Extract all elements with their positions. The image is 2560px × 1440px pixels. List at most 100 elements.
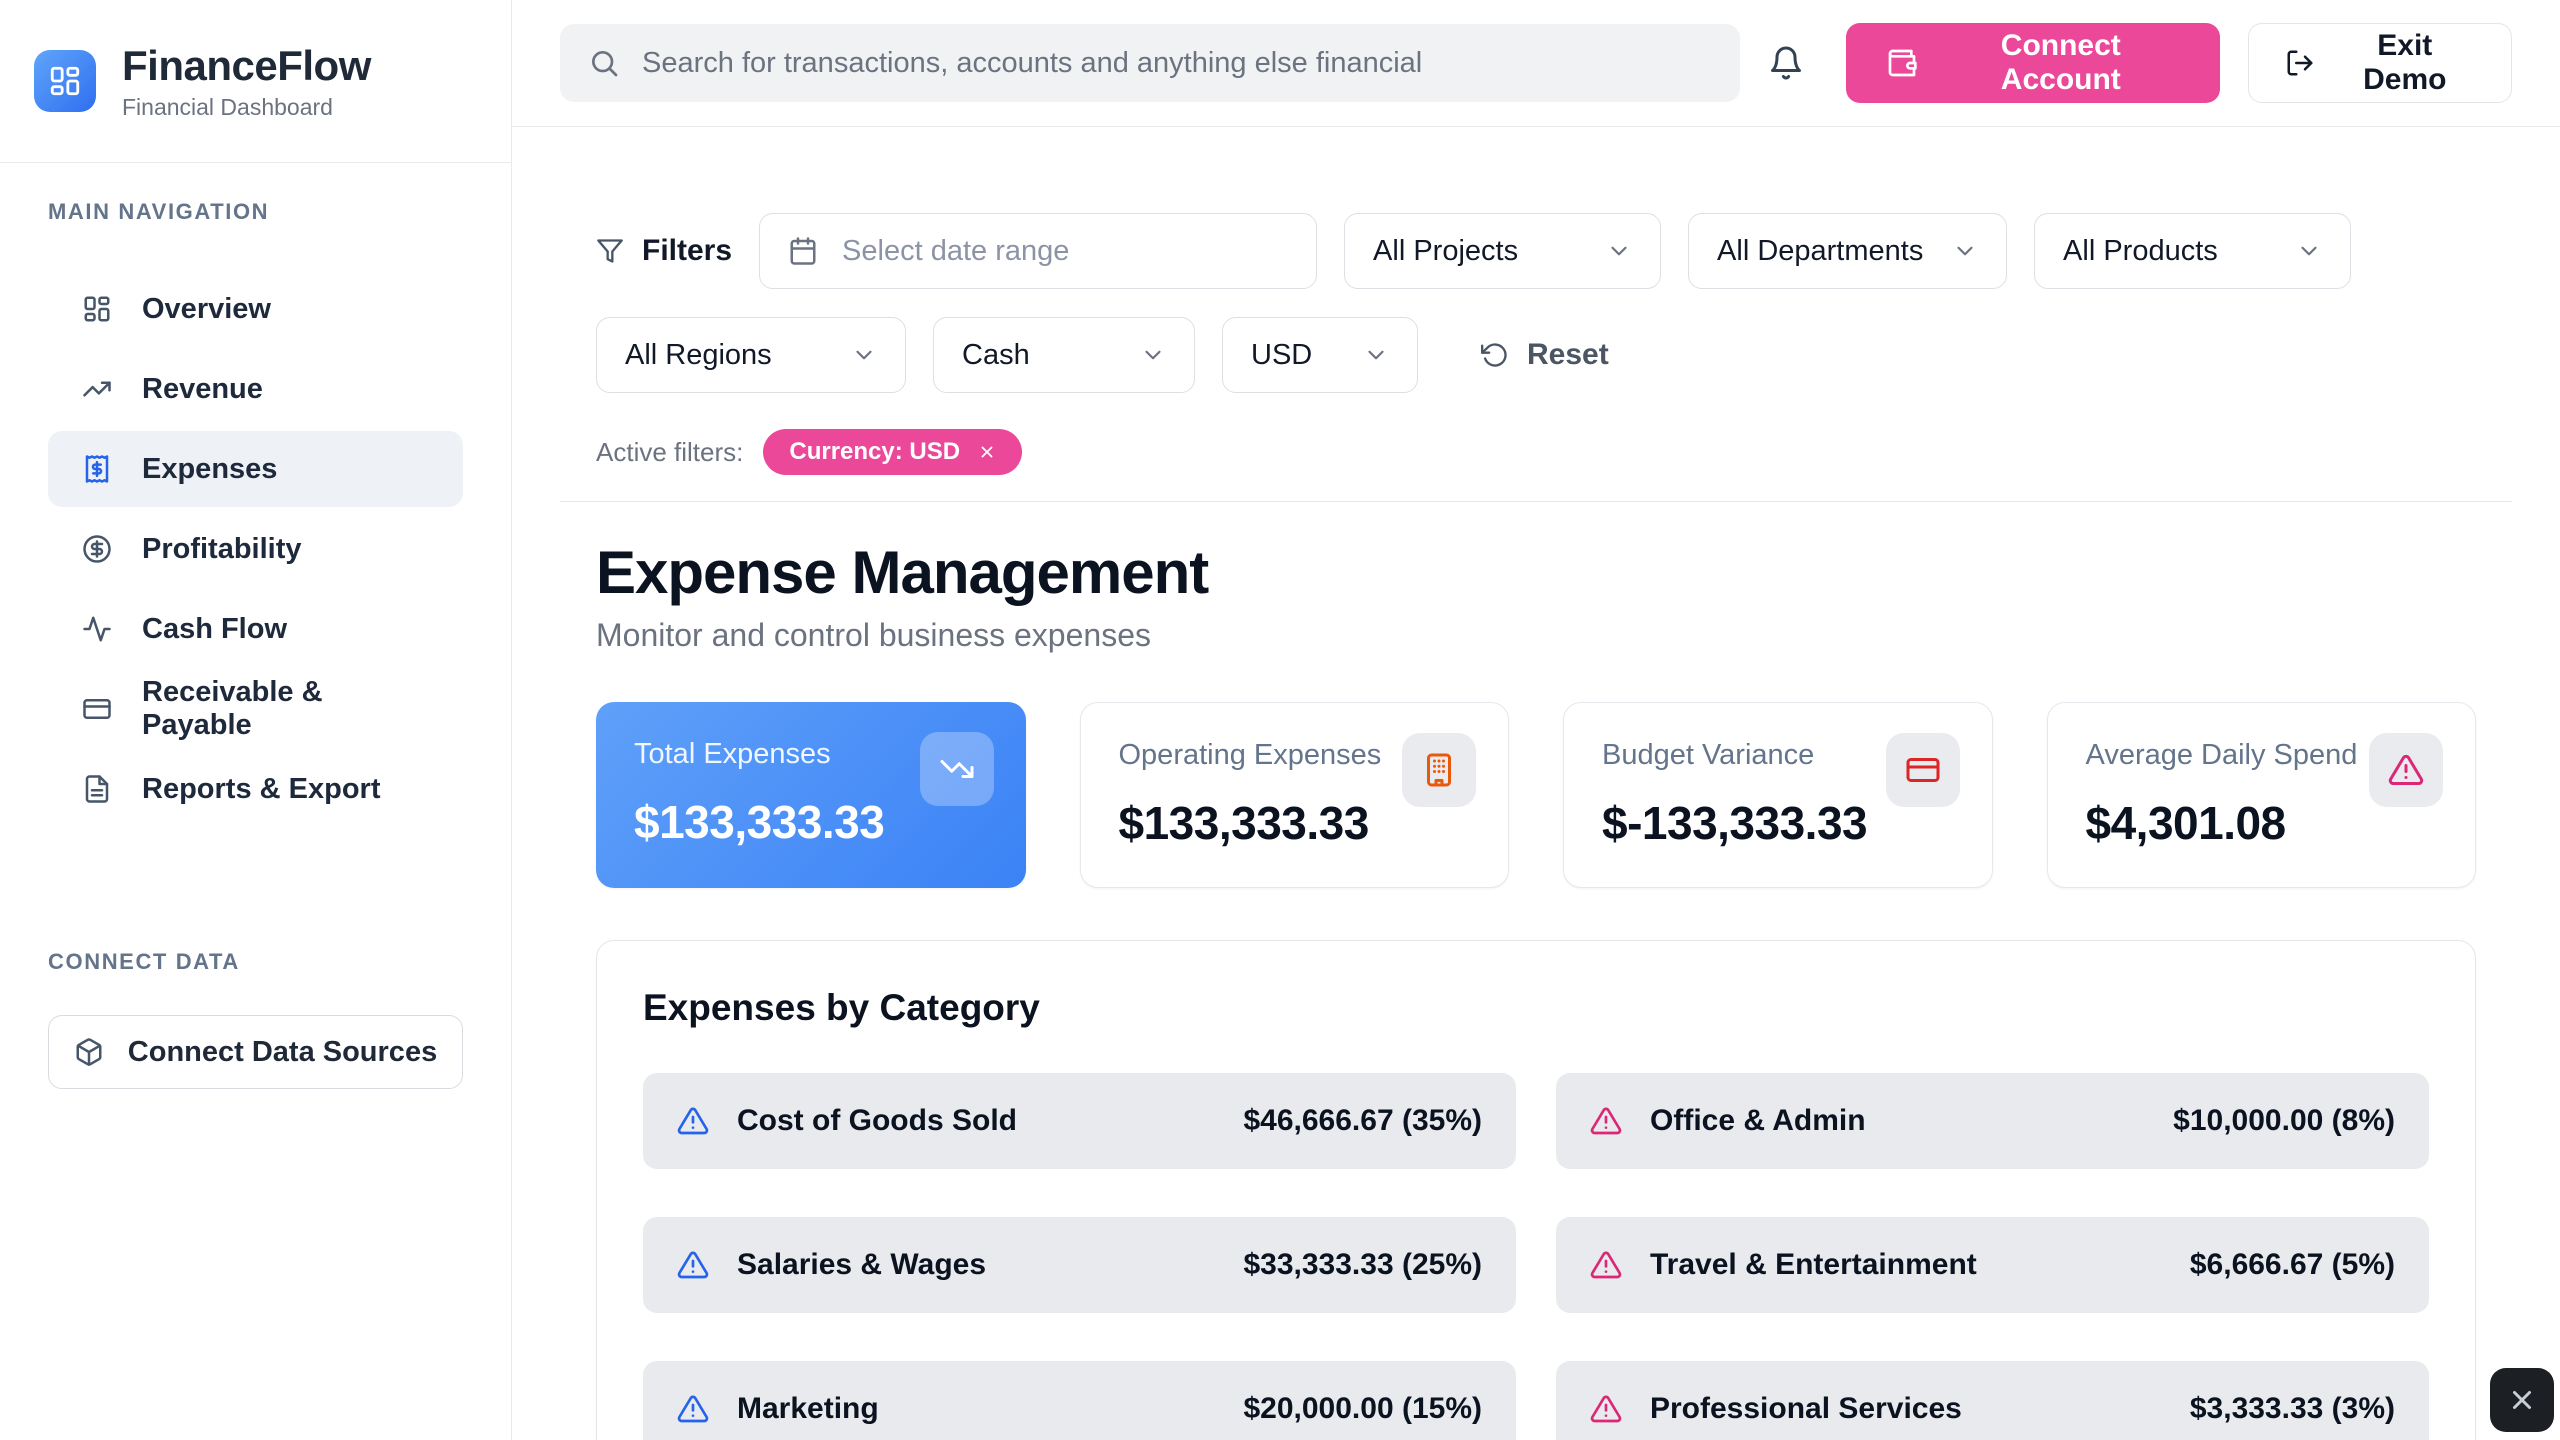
app-logo — [34, 50, 96, 112]
category-name: Cost of Goods Sold — [737, 1104, 1017, 1138]
category-value: $10,000.00 (8%) — [2173, 1104, 2395, 1138]
exit-demo-button[interactable]: Exit Demo — [2248, 23, 2512, 103]
sidebar-item-label: Cash Flow — [142, 613, 287, 646]
regions-dropdown[interactable]: All Regions — [596, 317, 906, 393]
credit-card-icon — [1886, 733, 1960, 807]
currency-dropdown[interactable]: USD — [1222, 317, 1418, 393]
sidebar-item-expenses[interactable]: Expenses — [48, 431, 463, 507]
chevron-down-icon — [1952, 238, 1978, 264]
calendar-icon — [788, 236, 818, 266]
alert-triangle-icon — [1590, 1393, 1622, 1425]
alert-triangle-icon — [677, 1105, 709, 1137]
sidebar-item-label: Revenue — [142, 373, 263, 406]
notifications-button[interactable] — [1768, 45, 1804, 81]
sidebar-item-label: Profitability — [142, 533, 302, 566]
stat-card-operating-expenses[interactable]: Operating Expenses $133,333.33 — [1080, 702, 1510, 888]
brand-name: FinanceFlow — [122, 42, 371, 90]
close-overlay-button[interactable] — [2490, 1368, 2554, 1432]
category-row-marketing: Marketing $20,000.00 (15%) — [643, 1361, 1516, 1440]
filters-row-2: All Regions Cash USD Reset — [596, 317, 2476, 393]
active-filters-row: Active filters: Currency: USD — [596, 429, 2476, 475]
sidebar-item-label: Expenses — [142, 453, 277, 486]
trending-down-icon — [920, 732, 994, 806]
alert-triangle-icon — [677, 1249, 709, 1281]
layout-dashboard-icon — [82, 294, 112, 324]
activity-icon — [82, 614, 112, 644]
building-icon — [1402, 733, 1476, 807]
trending-up-icon — [82, 374, 112, 404]
alert-triangle-icon — [1590, 1105, 1622, 1137]
top-header: Connect Account Exit Demo — [512, 0, 2560, 127]
payment-method-dropdown[interactable]: Cash — [933, 317, 1195, 393]
products-dropdown[interactable]: All Products — [2034, 213, 2351, 289]
category-name: Travel & Entertainment — [1650, 1248, 1977, 1282]
circle-dollar-icon — [82, 534, 112, 564]
sidebar-item-revenue[interactable]: Revenue — [48, 351, 463, 427]
sidebar-item-overview[interactable]: Overview — [48, 271, 463, 347]
reset-filters-button[interactable]: Reset — [1481, 338, 1609, 372]
categories-grid: Cost of Goods Sold $46,666.67 (35%) Offi… — [643, 1073, 2429, 1440]
stat-card-total-expenses[interactable]: Total Expenses $133,333.33 — [596, 702, 1026, 888]
departments-dropdown[interactable]: All Departments — [1688, 213, 2007, 289]
category-name: Office & Admin — [1650, 1104, 1866, 1138]
alert-triangle-icon — [2369, 733, 2443, 807]
close-icon — [2507, 1385, 2537, 1415]
search-input[interactable] — [642, 47, 1712, 80]
connect-section-label: CONNECT DATA — [48, 949, 463, 975]
sidebar-item-label: Overview — [142, 293, 271, 326]
layout-dashboard-icon — [48, 64, 82, 98]
section-divider — [560, 501, 2512, 502]
sidebar-item-reports-export[interactable]: Reports & Export — [48, 751, 463, 827]
sidebar-item-cash-flow[interactable]: Cash Flow — [48, 591, 463, 667]
brand-tagline: Financial Dashboard — [122, 94, 371, 121]
category-value: $20,000.00 (15%) — [1243, 1392, 1482, 1426]
category-row-cost-of-goods-sold: Cost of Goods Sold $46,666.67 (35%) — [643, 1073, 1516, 1169]
filters-title: Filters — [596, 234, 732, 268]
connect-data-section: CONNECT DATA Connect Data Sources — [0, 949, 511, 1089]
funnel-icon — [596, 237, 624, 265]
file-text-icon — [82, 774, 112, 804]
sidebar-item-label: Receivable & Payable — [142, 676, 429, 742]
sidebar-item-receivable-payable[interactable]: Receivable & Payable — [48, 671, 463, 747]
remove-filter-icon[interactable] — [978, 443, 996, 461]
chevron-down-icon — [1606, 238, 1632, 264]
category-value: $46,666.67 (35%) — [1243, 1104, 1482, 1138]
category-value: $33,333.33 (25%) — [1243, 1248, 1482, 1282]
connect-data-sources-button[interactable]: Connect Data Sources — [48, 1015, 463, 1089]
page-content: Filters Select date range All Projects A… — [512, 127, 2560, 1440]
alert-triangle-icon — [677, 1393, 709, 1425]
search-bar[interactable] — [560, 24, 1740, 102]
stat-cards-row: Total Expenses $133,333.33 Operating Exp… — [596, 702, 2476, 888]
chevron-down-icon — [1140, 342, 1166, 368]
receipt-icon — [82, 454, 112, 484]
stat-card-average-daily-spend[interactable]: Average Daily Spend $4,301.08 — [2047, 702, 2477, 888]
log-out-icon — [2285, 48, 2315, 78]
category-name: Salaries & Wages — [737, 1248, 986, 1282]
category-row-office-admin: Office & Admin $10,000.00 (8%) — [1556, 1073, 2429, 1169]
active-filter-chip: Currency: USD — [763, 429, 1022, 475]
rotate-ccw-icon — [1481, 341, 1509, 369]
category-row-travel-entertainment: Travel & Entertainment $6,666.67 (5%) — [1556, 1217, 2429, 1313]
brand-block: FinanceFlow Financial Dashboard — [0, 0, 511, 163]
stat-card-budget-variance[interactable]: Budget Variance $-133,333.33 — [1563, 702, 1993, 888]
search-icon — [588, 47, 620, 79]
connect-account-button[interactable]: Connect Account — [1846, 23, 2220, 103]
category-row-salaries-wages: Salaries & Wages $33,333.33 (25%) — [643, 1217, 1516, 1313]
category-name: Marketing — [737, 1392, 879, 1426]
app-window: FinanceFlow Financial Dashboard MAIN NAV… — [0, 0, 2560, 1440]
wallet-icon — [1886, 47, 1918, 79]
category-value: $6,666.67 (5%) — [2190, 1248, 2395, 1282]
chevron-down-icon — [1363, 342, 1389, 368]
projects-dropdown[interactable]: All Projects — [1344, 213, 1661, 289]
category-name: Professional Services — [1650, 1392, 1962, 1426]
date-range-input[interactable]: Select date range — [759, 213, 1317, 289]
sidebar-item-profitability[interactable]: Profitability — [48, 511, 463, 587]
category-value: $3,333.33 (3%) — [2190, 1392, 2395, 1426]
main-area: Connect Account Exit Demo Filters Select… — [512, 0, 2560, 1440]
sidebar: FinanceFlow Financial Dashboard MAIN NAV… — [0, 0, 512, 1440]
chevron-down-icon — [2296, 238, 2322, 264]
sidebar-item-label: Reports & Export — [142, 773, 380, 806]
expenses-by-category-card: Expenses by Category Cost of Goods Sold … — [596, 940, 2476, 1440]
date-range-placeholder: Select date range — [842, 235, 1069, 268]
main-navigation: MAIN NAVIGATION Overview Revenue Expense… — [0, 163, 511, 827]
